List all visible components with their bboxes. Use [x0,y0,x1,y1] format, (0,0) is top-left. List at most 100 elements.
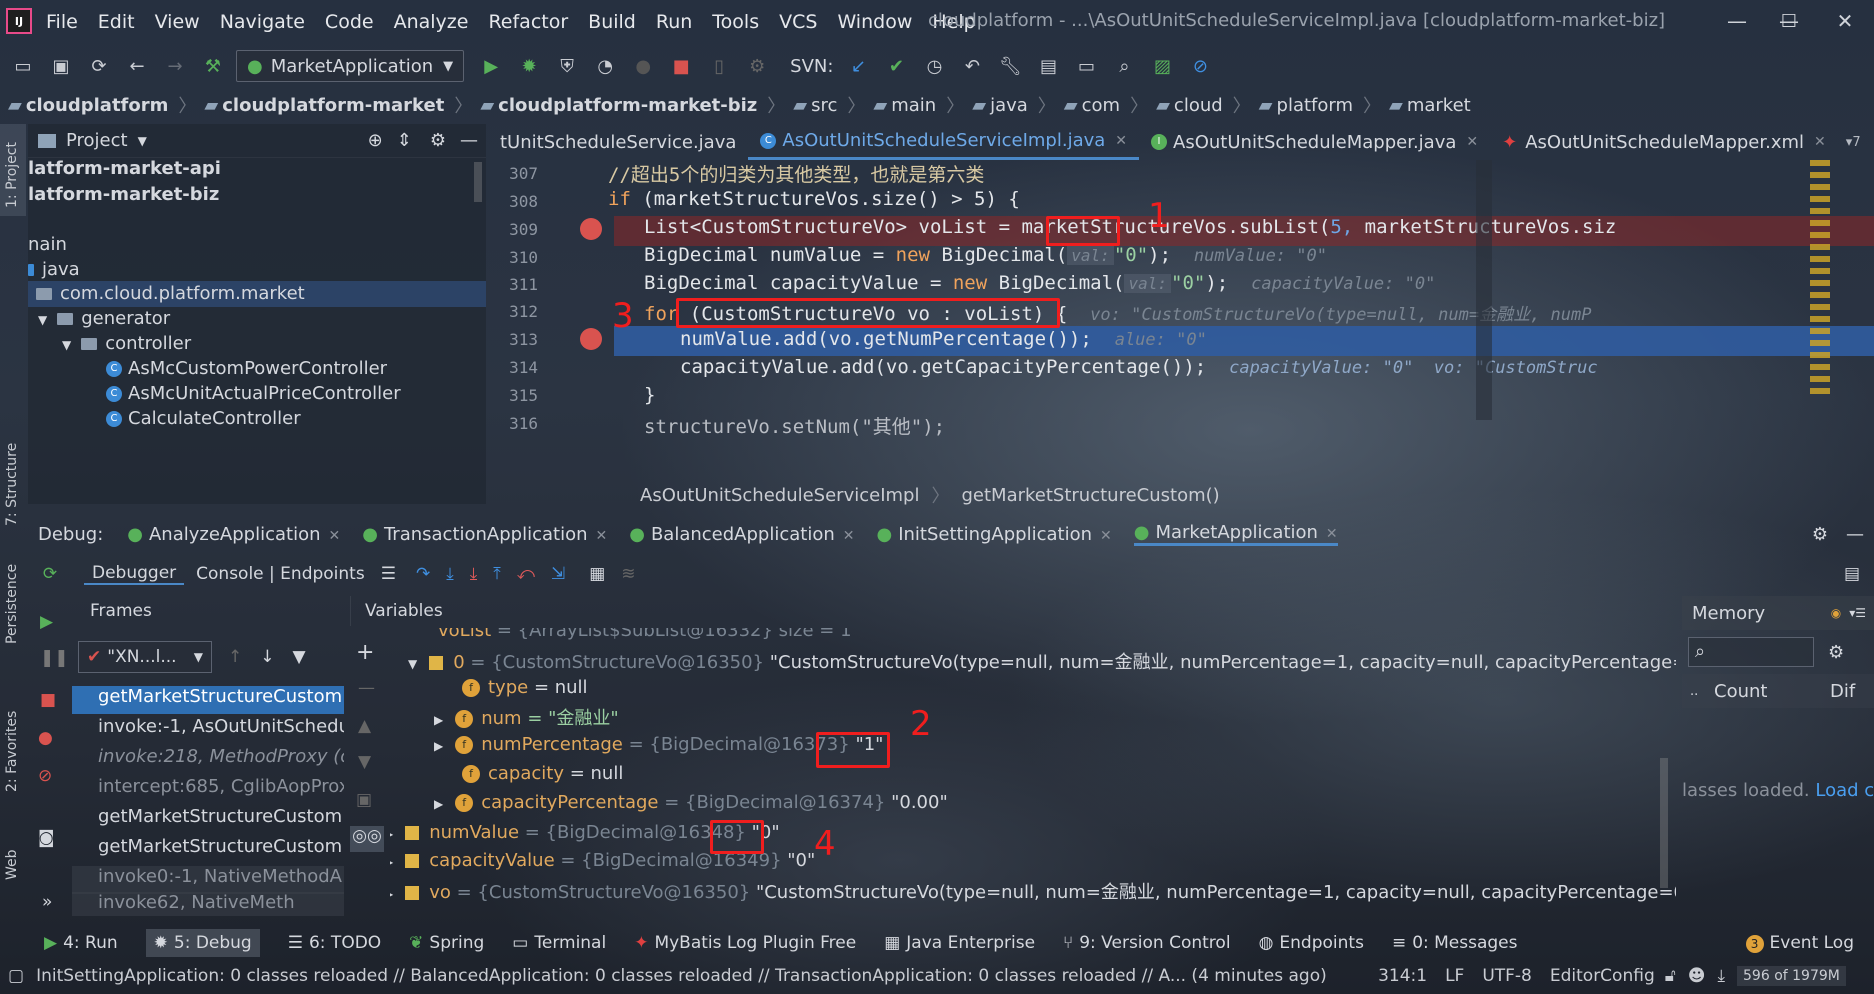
sync-icon[interactable]: ⟳ [84,51,114,81]
down-arrow-icon[interactable]: ↓ [260,647,274,667]
tree-item-java[interactable]: java [28,259,80,280]
memory-col-class[interactable]: .. [1690,684,1714,699]
tool-endpoints[interactable]: ◍ Endpoints [1259,933,1364,953]
file-encoding[interactable]: UTF-8 [1482,966,1532,986]
memory-col-count[interactable]: Count [1714,681,1830,702]
favorites-tool-button[interactable]: 2: Favorites [4,711,20,792]
remove-watch-icon[interactable]: — [358,678,375,698]
step-over-icon[interactable]: ↷ [416,564,430,584]
var-row[interactable]: ▶ f capacityPercentage = {BigDecimal@16374… [434,792,948,813]
collapse-all-icon[interactable]: ⇕ [397,130,412,151]
menu-lines-icon[interactable]: ☰ [381,564,396,584]
frame-item[interactable]: getMarketStructureCustom:3 [72,686,344,714]
mute-breakpoints-icon[interactable]: ⊘ [38,766,52,786]
memory-menu-icon[interactable]: ▾☰ [1849,606,1866,620]
project-tool-button[interactable]: 1: Project [4,142,20,208]
tab-service-interface[interactable]: tUnitScheduleService.java [488,124,748,160]
crumb-market-pkg[interactable]: ▰ market [1389,95,1471,116]
var-row[interactable]: ▶vo = {CustomStructureVo@16350} "CustomS… [390,878,1676,904]
crumb-com[interactable]: ▰ com [1064,95,1120,116]
open-folder-icon[interactable]: ▭ [8,51,38,81]
revert-icon[interactable]: ↶ [957,51,987,81]
debug-tab-market[interactable]: ● MarketApplication ✕ [1133,522,1338,546]
tree-item-class[interactable]: C CalculateController [106,408,301,429]
crumb-market[interactable]: ▰ cloudplatform-market [204,95,444,116]
svn-update-icon[interactable]: ↙ [843,51,873,81]
line-separator[interactable]: LF [1445,966,1464,986]
menu-vcs[interactable]: VCS [779,11,817,33]
tool-todo[interactable]: ☰ 6: TODO [288,933,381,953]
tool-event-log[interactable]: 3 Event Log [1745,933,1854,953]
debug-tab-balanced[interactable]: ● BalancedApplication ✕ [629,524,854,545]
close-tab-icon[interactable]: ✕ [1100,528,1112,544]
minimize-window-icon[interactable]: — [1722,6,1752,36]
tab-mapper-java[interactable]: I AsOutUnitScheduleMapper.java ✕ [1139,124,1490,160]
gear-icon[interactable]: ⚙ [430,130,446,151]
frame-item[interactable]: invoke:218, MethodProxy (or [72,746,344,774]
svn-commit-icon[interactable]: ✔ [881,51,911,81]
move-down-icon[interactable]: ▼ [358,752,371,772]
chevron-down-icon[interactable]: ▼ [138,134,147,148]
memory-title[interactable]: Memory [1692,603,1765,624]
trace-icon[interactable]: ≋ [621,564,635,584]
variables-scrollbar[interactable] [1660,758,1668,888]
hide-panel-icon[interactable]: — [460,130,478,151]
coverage-icon[interactable]: ⛨ [552,51,582,81]
wrench-icon[interactable]: 🔧︎ [995,51,1025,81]
build-hammer-icon[interactable]: ⚒ [198,51,228,81]
more-icon[interactable]: » [42,892,52,912]
breakpoint-icon[interactable] [580,328,602,350]
force-step-into-icon[interactable]: ⤓ [470,564,478,584]
menu-build[interactable]: Build [588,11,636,33]
crumb-method[interactable]: getMarketStructureCustom() [961,485,1219,506]
memory-indicator[interactable]: 596 of 1979M [1737,966,1846,986]
frame-item[interactable]: invoke0:-1, NativeMethodA [72,866,344,894]
tree-item-main[interactable]: nain [28,234,67,255]
filter-icon[interactable]: ▼ [293,647,306,667]
run-configuration-select[interactable]: ● MarketApplication ▼ [236,50,465,82]
download-icon[interactable]: ⤓ [1718,966,1726,986]
terminal-window-icon[interactable]: ▭ [1071,51,1101,81]
var-row[interactable]: ▶ f num = "金融业" [434,704,619,730]
save-icon[interactable]: ▣ [46,51,76,81]
close-tab-icon[interactable]: ✕ [1326,526,1338,542]
debug-bug-icon[interactable]: ✹ [514,51,544,81]
project-scrollbar[interactable] [474,162,482,202]
step-into-icon[interactable]: ⤓ [446,564,454,584]
move-up-icon[interactable]: ▲ [358,716,371,736]
close-window-icon[interactable]: ✕ [1830,6,1860,36]
project-structure-icon[interactable]: ▤ [1033,51,1063,81]
memory-col-diff[interactable]: Dif [1830,681,1855,702]
menu-run[interactable]: Run [656,11,692,33]
window-icon[interactable]: ▯ [704,51,734,81]
tree-item-class[interactable]: C AsMcUnitActualPriceController [106,383,401,404]
menu-tools[interactable]: Tools [712,11,759,33]
tool-terminal[interactable]: ▭ Terminal [512,933,606,953]
structure-tool-button[interactable]: 7: Structure [4,443,20,526]
close-tab-icon[interactable]: ✕ [843,528,855,544]
menu-window[interactable]: Window [837,11,912,33]
menu-code[interactable]: Code [325,11,374,33]
copy-icon[interactable]: ▣ [356,790,372,810]
no-entry-icon[interactable]: ⊘ [1185,51,1215,81]
evaluate-icon[interactable]: ▦ [589,564,605,584]
menu-view[interactable]: View [155,11,200,33]
persistence-tool-button[interactable]: Persistence [4,564,20,644]
crumb-platform[interactable]: ▰ platform [1259,95,1353,116]
crumb-src[interactable]: ▰ src [793,95,837,116]
var-row[interactable]: f type = null [462,677,588,698]
crumb-main[interactable]: ▰ main [873,95,936,116]
locate-icon[interactable]: ⊕ [368,130,383,151]
tab-debugger[interactable]: Debugger [84,563,185,585]
tree-item-generator[interactable]: ▼ generator [38,308,170,329]
rerun-icon[interactable]: ⟳ [28,564,72,584]
caret-position[interactable]: 314:1 [1378,966,1427,986]
menu-edit[interactable]: Edit [98,11,135,33]
debug-tab-transaction[interactable]: ● TransactionApplication ✕ [362,524,607,545]
tab-console-endpoints[interactable]: Console | Endpoints [196,564,365,584]
web-tool-button[interactable]: Web [4,849,20,880]
menu-analyze[interactable]: Analyze [394,11,469,33]
attach-icon[interactable]: ● [628,51,658,81]
code-editor[interactable]: 307 308 309 310 311 312 313 314 315 316 … [488,160,1874,472]
tree-item-market-biz[interactable]: latform-market-biz [28,184,219,205]
